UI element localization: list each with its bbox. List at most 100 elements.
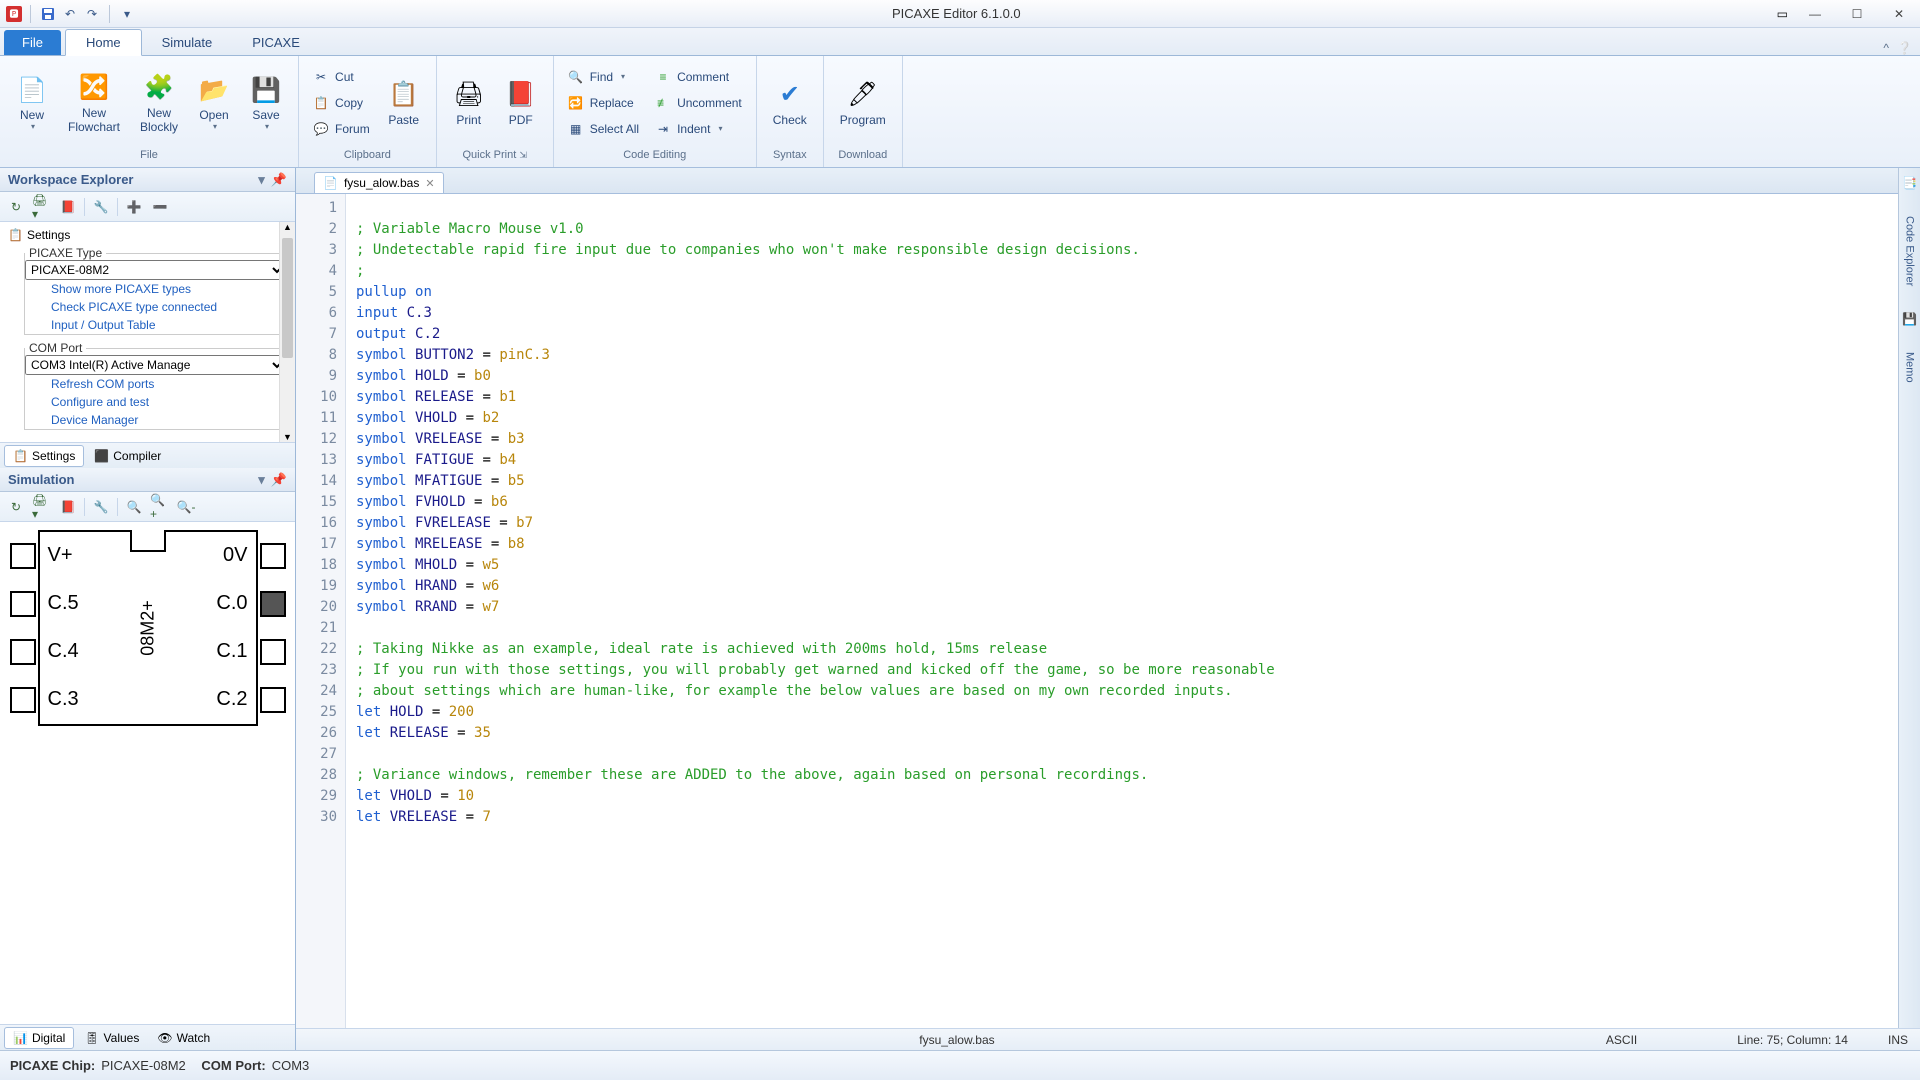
uncomment-button[interactable]: ≢Uncomment [649,91,748,115]
selectall-button[interactable]: ▦Select All [562,117,645,141]
tab-home[interactable]: Home [65,29,142,56]
compiler-tab[interactable]: ⬛ Compiler [86,446,169,466]
battery-icon: ▭ [1777,7,1788,21]
values-tab[interactable]: 🎚 Values [76,1028,147,1048]
ribbon-tab-row: File Home Simulate PICAXE ^ ❔ [0,28,1920,56]
ribbon-group-file: 📄New▾ 🔀New Flowchart 🧩New Blockly 📂Open▾… [0,56,299,167]
document-tabs: 📄 fysu_alow.bas ✕ [296,168,1920,194]
workspace-tabs: 📋 Settings ⬛ Compiler [0,442,295,468]
plus-icon[interactable]: ➕ [124,197,144,217]
new-blockly-button[interactable]: 🧩New Blockly [132,70,186,136]
app-icon: 🅿 [6,6,22,22]
code-explorer-vtab[interactable]: Code Explorer [1902,210,1918,292]
quick-access-toolbar: 🅿 ↶ ↷ ▾ [6,5,136,23]
document-tab[interactable]: 📄 fysu_alow.bas ✕ [314,172,444,193]
help-icon[interactable]: ❔ [1897,41,1912,55]
find-button[interactable]: 🔍Find▾ [562,65,645,89]
wrench-icon[interactable]: 🔧 [91,197,111,217]
tree-scrollbar[interactable]: ▲▼ [279,222,295,442]
forum-button[interactable]: 💬Forum [307,117,376,141]
zoom-icon[interactable]: 🔍 [124,497,144,517]
sim-wrench-icon[interactable]: 🔧 [91,497,111,517]
zoom-in-icon[interactable]: 🔍+ [150,497,170,517]
ribbon-minimize-icon[interactable]: ^ [1883,41,1889,55]
app-status-bar: PICAXE Chip: PICAXE-08M2 COM Port: COM3 [0,1050,1920,1080]
maximize-button[interactable]: ☐ [1842,5,1872,23]
sim-refresh-icon[interactable]: ↻ [6,497,26,517]
status-insert-mode: INS [1888,1033,1908,1047]
device-mgr-link[interactable]: Device Manager [25,411,286,429]
save-button[interactable]: 💾Save▾ [242,72,290,133]
cut-button[interactable]: ✂Cut [307,65,376,89]
doc-icon: 📄 [323,176,338,190]
sim-print-icon[interactable]: 🖨▾ [32,497,52,517]
qat-customize-icon[interactable]: ▾ [118,5,136,23]
paste-button[interactable]: 📋Paste [380,77,428,129]
program-button[interactable]: 🖊Program [832,77,894,129]
tab-picaxe[interactable]: PICAXE [232,30,320,55]
picaxe-type-select[interactable]: PICAXE-08M2 [25,260,286,280]
sim-pdf-icon[interactable]: 📕 [58,497,78,517]
check-type-link[interactable]: Check PICAXE type connected [25,298,286,316]
pin-icon[interactable]: 📌 [271,172,287,188]
status-position: Line: 75; Column: 14 [1737,1033,1848,1047]
status-com-label: COM Port: [201,1058,265,1073]
refresh-icon[interactable]: ↻ [6,197,26,217]
zoom-out-icon[interactable]: 🔍- [176,497,196,517]
sim-dropdown-icon[interactable]: ▾ [258,472,265,488]
watch-tab[interactable]: 👁 Watch [149,1028,218,1048]
window-controls: ▭ — ☐ ✕ [1777,5,1914,23]
io-table-link[interactable]: Input / Output Table [25,316,286,334]
app-title: PICAXE Editor 6.1.0.0 [136,6,1777,21]
pdf-button[interactable]: 📕PDF [497,77,545,129]
main-area: Workspace Explorer ▾📌 ↻ 🖨▾ 📕 🔧 ➕ ➖ 📋 Set… [0,168,1920,1050]
sim-pin-icon[interactable]: 📌 [271,472,287,488]
status-encoding: ASCII [1606,1033,1637,1047]
workspace-toolbar: ↻ 🖨▾ 📕 🔧 ➕ ➖ [0,192,295,222]
picaxe-type-group: PICAXE Type PICAXE-08M2 Show more PICAXE… [24,246,287,335]
show-more-types-link[interactable]: Show more PICAXE types [25,280,286,298]
code-editor[interactable]: 1234567891011121314151617181920212223242… [296,194,1920,1050]
open-button[interactable]: 📂Open▾ [190,72,238,133]
pdf-icon[interactable]: 📕 [58,197,78,217]
settings-tab[interactable]: 📋 Settings [4,445,84,467]
copy-button[interactable]: 📋Copy [307,91,376,115]
replace-button[interactable]: 🔁Replace [562,91,645,115]
status-filename: fysu_alow.bas [308,1033,1606,1047]
print-button[interactable]: 🖨Print [445,77,493,129]
right-sidebar: 📑 Code Explorer 💾 Memo [1898,168,1920,1028]
digital-tab[interactable]: 📊 Digital [4,1027,74,1049]
ribbon-group-codeediting: 🔍Find▾ 🔁Replace ▦Select All ≡Comment ≢Un… [554,56,757,167]
simulation-toolbar: ↻ 🖨▾ 📕 🔧 🔍 🔍+ 🔍- [0,492,295,522]
settings-node[interactable]: 📋 Settings [4,226,291,244]
simulation-area: V+0V C.5C.0 C.4C.1 C.3C.2 08M2+ [0,522,295,1024]
simulation-header: Simulation ▾📌 [0,468,295,492]
close-doc-icon[interactable]: ✕ [425,177,434,190]
panel-dropdown-icon[interactable]: ▾ [258,172,265,188]
indent-button[interactable]: ⇥Indent▾ [649,117,748,141]
new-button[interactable]: 📄New▾ [8,72,56,133]
memory-vtab[interactable]: Memo [1902,346,1918,389]
code-explorer-vtab-icon[interactable]: 📑 [1902,176,1917,190]
tab-simulate[interactable]: Simulate [142,30,233,55]
file-tab[interactable]: File [4,30,61,55]
ribbon-group-clipboard: ✂Cut 📋Copy 💬Forum 📋Paste Clipboard [299,56,437,167]
code-content[interactable]: ; Variable Macro Mouse v1.0; Undetectabl… [346,194,1920,1050]
print-icon[interactable]: 🖨▾ [32,197,52,217]
undo-icon[interactable]: ↶ [61,5,79,23]
com-port-group: COM Port COM3 Intel(R) Active Manage Ref… [24,341,287,430]
new-flowchart-button[interactable]: 🔀New Flowchart [60,70,128,136]
com-port-select[interactable]: COM3 Intel(R) Active Manage [25,355,286,375]
workspace-explorer-header: Workspace Explorer ▾📌 [0,168,295,192]
minus-icon[interactable]: ➖ [150,197,170,217]
chip-diagram[interactable]: V+0V C.5C.0 C.4C.1 C.3C.2 08M2+ [38,530,258,726]
close-button[interactable]: ✕ [1884,5,1914,23]
redo-icon[interactable]: ↷ [83,5,101,23]
configure-link[interactable]: Configure and test [25,393,286,411]
check-button[interactable]: ✔Check [765,77,815,129]
memory-vtab-icon[interactable]: 💾 [1902,312,1917,326]
comment-button[interactable]: ≡Comment [649,65,748,89]
save-icon[interactable] [39,5,57,23]
refresh-com-link[interactable]: Refresh COM ports [25,375,286,393]
minimize-button[interactable]: — [1800,5,1830,23]
